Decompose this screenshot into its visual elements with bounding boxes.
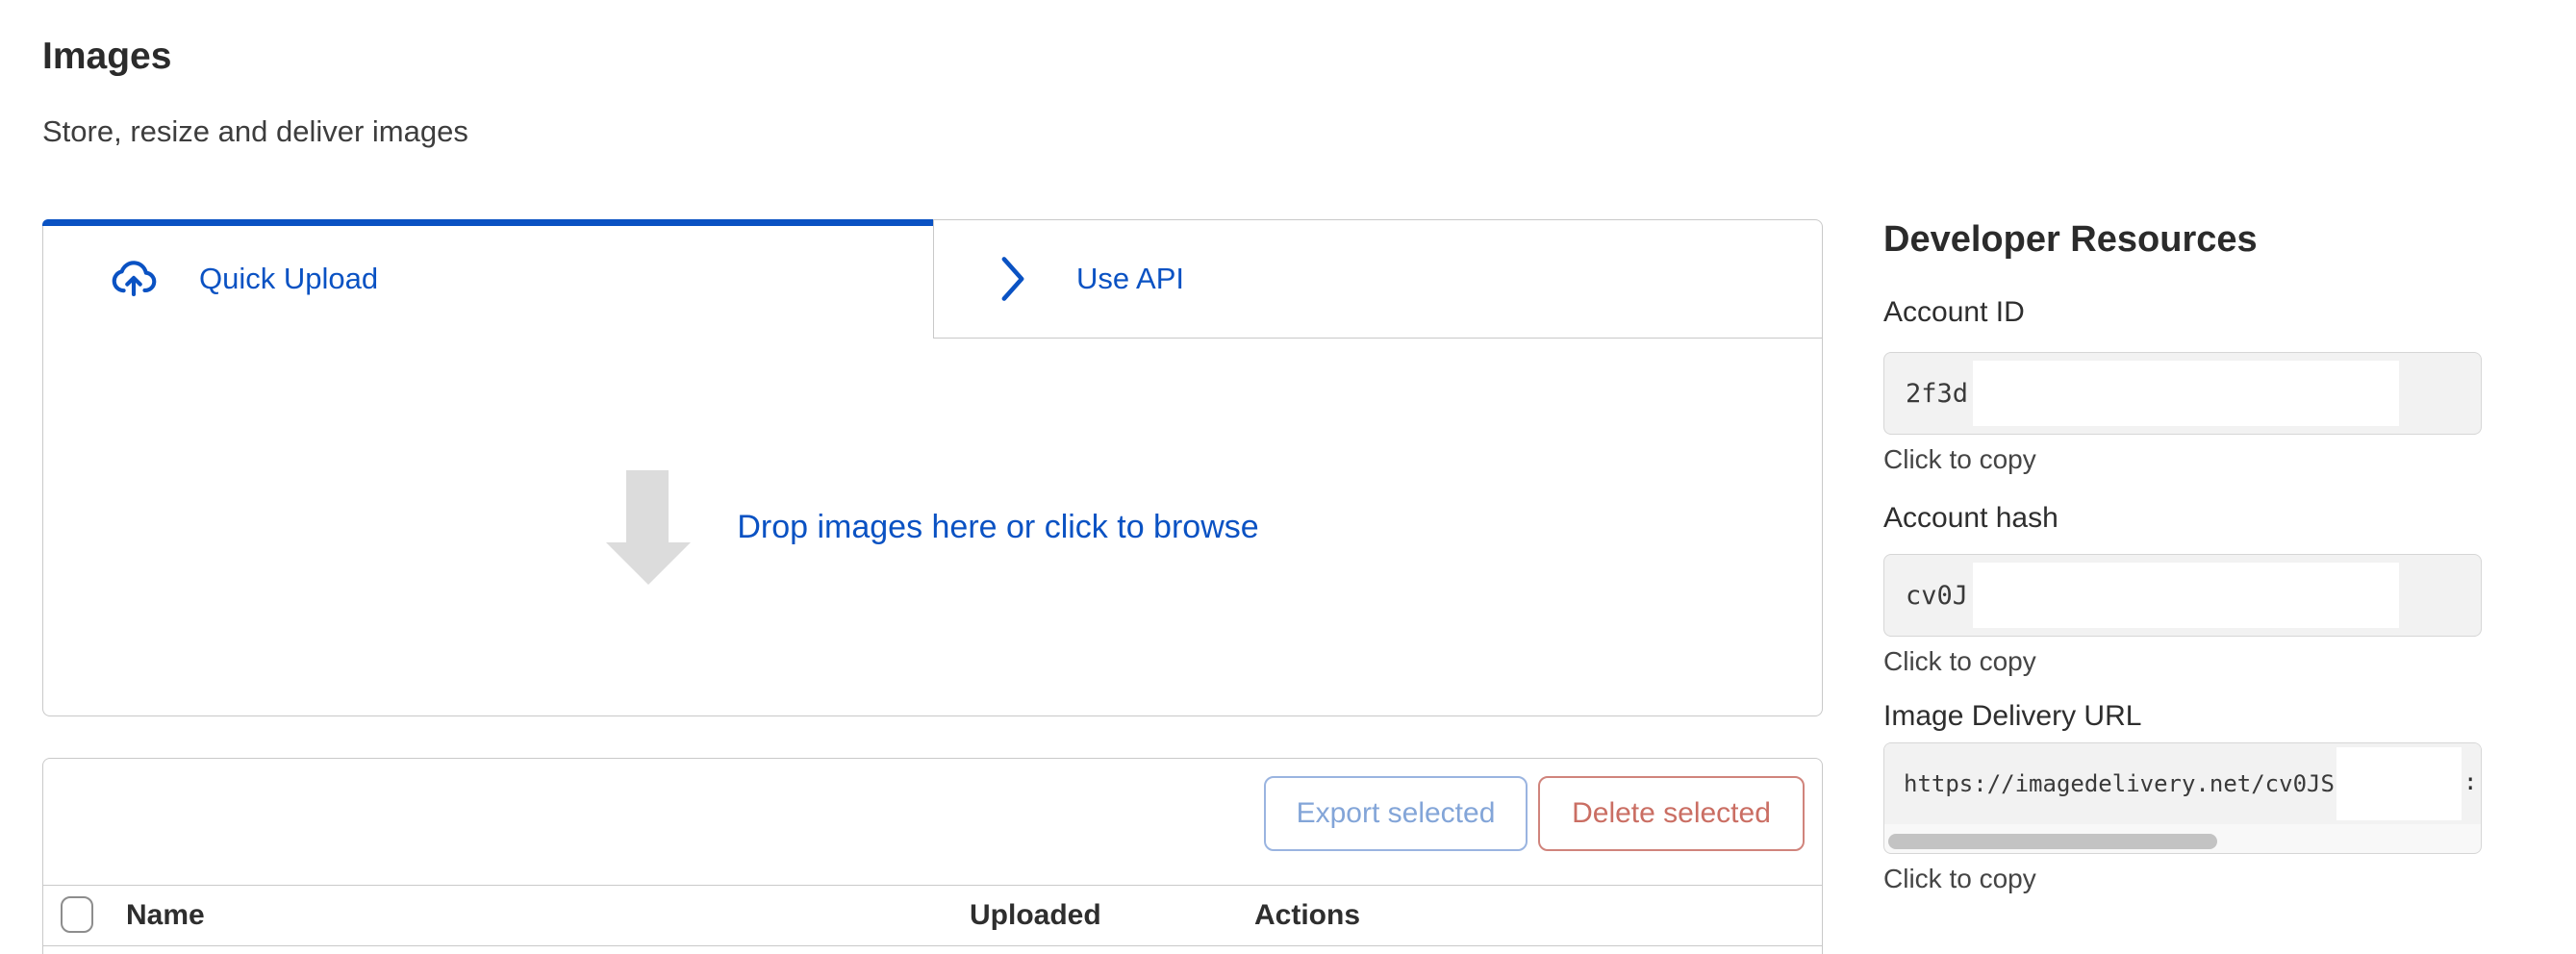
column-header-actions: Actions xyxy=(1254,899,1360,932)
developer-resources-panel: Developer Resources Account ID 2f3d Clic… xyxy=(1883,213,2482,944)
redaction-overlay xyxy=(2336,747,2462,820)
redaction-overlay xyxy=(1973,563,2399,628)
export-selected-button[interactable]: Export selected xyxy=(1264,776,1528,851)
cloud-upload-icon xyxy=(105,254,163,304)
page-subtitle: Store, resize and deliver images xyxy=(42,112,468,152)
table-actions-row: Export selected Delete selected xyxy=(43,759,1822,886)
url-text-area: https://imagedelivery.net/cv0JSj : xyxy=(1884,743,2481,824)
upload-dropzone[interactable]: Drop images here or click to browse xyxy=(42,339,1823,716)
drop-arrow-icon xyxy=(606,470,691,585)
tab-quick-upload-label: Quick Upload xyxy=(199,262,378,296)
click-to-copy-hint: Click to copy xyxy=(1883,864,2036,894)
column-header-uploaded: Uploaded xyxy=(970,899,1101,932)
chevron-right-icon xyxy=(998,251,1028,307)
account-id-value: 2f3d xyxy=(1906,379,1968,409)
account-hash-label: Account hash xyxy=(1883,502,2058,535)
tab-use-api[interactable]: Use API xyxy=(933,219,1823,339)
page-title: Images xyxy=(42,33,171,81)
horizontal-scrollbar-thumb[interactable] xyxy=(1888,834,2217,849)
account-id-field[interactable]: 2f3d xyxy=(1883,352,2482,435)
click-to-copy-hint: Click to copy xyxy=(1883,646,2036,677)
image-delivery-url-field[interactable]: https://imagedelivery.net/cv0JSj : xyxy=(1883,742,2482,854)
tab-quick-upload[interactable]: Quick Upload xyxy=(42,219,933,339)
image-delivery-url-label: Image Delivery URL xyxy=(1883,700,2141,733)
url-overflow-char: : xyxy=(2463,768,2477,795)
images-table-panel: Export selected Delete selected Name Upl… xyxy=(42,758,1823,954)
column-header-name: Name xyxy=(126,899,205,932)
account-hash-field[interactable]: cv0J xyxy=(1883,554,2482,637)
click-to-copy-hint: Click to copy xyxy=(1883,444,2036,475)
image-delivery-url-value: https://imagedelivery.net/cv0JSj xyxy=(1904,770,2348,797)
delete-selected-button[interactable]: Delete selected xyxy=(1538,776,1805,851)
select-all-checkbox[interactable] xyxy=(61,896,93,933)
redaction-overlay xyxy=(1973,361,2399,426)
table-header-row: Name Uploaded Actions xyxy=(43,886,1822,946)
tab-use-api-label: Use API xyxy=(1076,262,1184,296)
account-hash-value: cv0J xyxy=(1906,581,1968,611)
developer-resources-heading: Developer Resources xyxy=(1883,219,2258,261)
upload-tabs: Quick Upload Use API xyxy=(42,219,1823,339)
dropzone-label: Drop images here or click to browse xyxy=(737,509,1258,546)
images-page: Images Store, resize and deliver images … xyxy=(0,0,2576,954)
account-id-label: Account ID xyxy=(1883,296,2025,329)
active-tab-indicator xyxy=(42,219,933,226)
